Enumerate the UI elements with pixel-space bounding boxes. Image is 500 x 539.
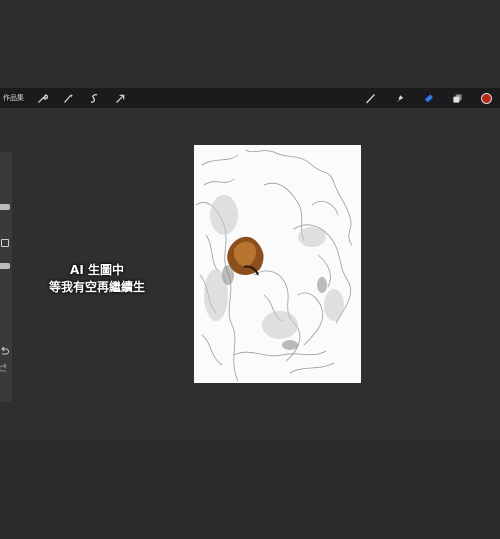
wrench-icon[interactable]: [32, 88, 52, 108]
brush-icon[interactable]: [360, 88, 380, 108]
bottom-letterbox: [0, 440, 500, 539]
transform-arrow-icon[interactable]: [110, 88, 130, 108]
color-swatch[interactable]: [476, 88, 496, 108]
left-sidebar: [0, 152, 12, 402]
redo-icon[interactable]: [0, 358, 12, 372]
layers-icon[interactable]: [447, 88, 467, 108]
eraser-icon[interactable]: [418, 88, 438, 108]
gallery-button[interactable]: 作品集: [3, 93, 24, 103]
selection-icon[interactable]: [84, 88, 104, 108]
top-letterbox: [0, 0, 500, 88]
top-toolbar: 作品集: [0, 88, 500, 108]
brush-size-slider[interactable]: [0, 204, 10, 210]
sketch-artwork: [195, 149, 353, 382]
overlay-caption: AI 生圖中 等我有空再繼續生: [30, 262, 164, 296]
modify-button[interactable]: [1, 239, 9, 247]
smudge-icon[interactable]: [389, 88, 409, 108]
active-color-swatch[interactable]: [480, 92, 492, 104]
adjustments-wand-icon[interactable]: [58, 88, 78, 108]
undo-icon[interactable]: [0, 341, 12, 355]
opacity-slider[interactable]: [0, 263, 10, 269]
artwork-canvas[interactable]: [194, 145, 361, 383]
caption-line-2: 等我有空再繼續生: [48, 280, 145, 294]
caption-line-1: AI 生圖中: [70, 263, 124, 277]
